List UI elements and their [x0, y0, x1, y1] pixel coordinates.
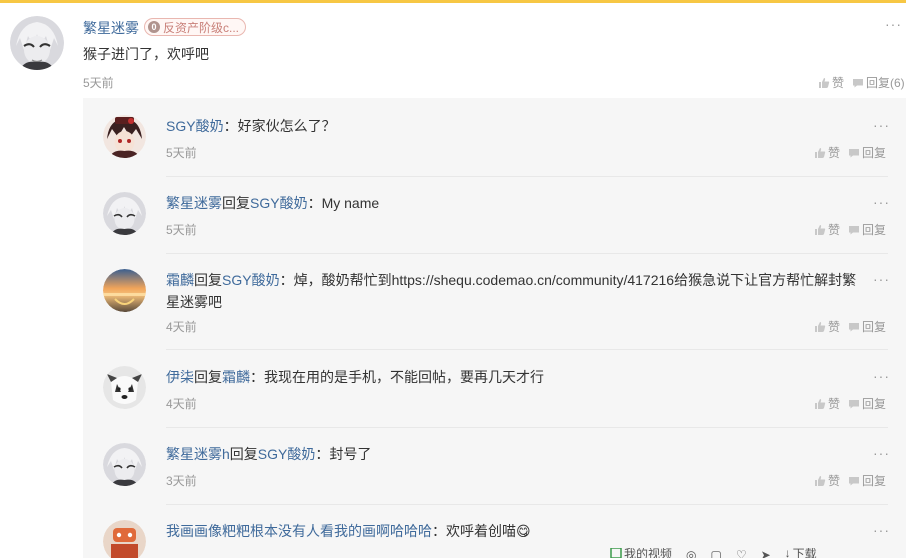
reply-author[interactable]: SGY酸奶	[166, 118, 224, 134]
reply-time: 5天前	[166, 223, 197, 237]
reply-button[interactable]: 回复	[848, 318, 886, 335]
comment-author[interactable]: 繁星迷雾	[83, 18, 139, 38]
comment-actions: 赞 回复(6)	[818, 74, 905, 91]
thumbs-up-icon	[815, 224, 826, 235]
reply-text: SGY酸奶：好家伙怎么了？	[166, 115, 866, 137]
thumbs-up-icon	[815, 475, 826, 486]
like-button[interactable]: 赞	[814, 144, 840, 161]
reply-content: ：封号了	[315, 446, 372, 462]
user-badge[interactable]: 0 反资产阶级c...	[144, 18, 247, 36]
avatar[interactable]	[103, 520, 146, 558]
reply-actions: 赞 回复	[814, 318, 886, 335]
more-options-icon[interactable]: ···	[885, 16, 902, 32]
reply-content: ：My name	[307, 195, 380, 211]
like-button[interactable]: 赞	[814, 395, 840, 412]
copy-icon[interactable]: ▢	[711, 548, 722, 558]
reply-actions: 赞 回复	[814, 221, 886, 238]
topic-button[interactable]: 我的视频	[610, 548, 672, 558]
more-options-icon[interactable]: ···	[873, 271, 890, 287]
reply-content: ：欢呼着创喵😋	[432, 523, 531, 539]
reply-content: ：我现在用的是手机，不能回帖，要再几天才行	[250, 369, 544, 385]
share-icon[interactable]: ◎	[686, 548, 696, 558]
thumbs-up-icon	[819, 77, 830, 88]
more-options-icon[interactable]: ···	[873, 445, 890, 461]
like-button[interactable]: 赞	[814, 318, 840, 335]
thumbs-up-icon	[815, 321, 826, 332]
reply-button[interactable]: 回复	[848, 472, 886, 489]
reply-text: 霜麟回复SGY酸奶：焯，酸奶帮忙到https://shequ.codemao.c…	[166, 272, 857, 310]
comment-icon	[853, 78, 864, 87]
reply-time: 5天前	[166, 146, 197, 160]
reply-text: 繁星迷雾h回复SGY酸奶：封号了	[166, 446, 372, 462]
divider	[166, 504, 888, 505]
divider	[166, 176, 888, 177]
replies-panel: SGY酸奶：好家伙怎么了？ ··· 5天前 赞 回复 繁星迷雾回复SGY酸奶：M…	[83, 98, 906, 558]
comment-icon	[849, 148, 860, 157]
avatar[interactable]	[103, 366, 146, 409]
badge-text: 反资产阶级c...	[163, 20, 240, 35]
comment-text: 猴子进门了，欢呼吧	[83, 46, 209, 62]
reply-target[interactable]: SGY酸奶	[258, 446, 316, 462]
download-icon: ↓	[784, 548, 791, 558]
avatar[interactable]	[103, 269, 146, 312]
reply-time: 3天前	[166, 474, 197, 488]
divider	[166, 253, 888, 254]
like-button[interactable]: 赞	[818, 74, 844, 91]
avatar[interactable]	[103, 115, 146, 158]
more-options-icon[interactable]: ···	[873, 522, 890, 538]
reply-author[interactable]: 繁星迷雾	[166, 195, 222, 211]
thumbs-up-icon	[815, 398, 826, 409]
reply-button[interactable]: 回复	[848, 221, 886, 238]
main-comment: 繁星迷雾 0 反资产阶级c... ··· 猴子进门了，欢呼吧 5天前 赞 回复(…	[0, 3, 906, 103]
checkbox-icon	[610, 548, 622, 558]
thumbs-up-icon	[815, 147, 826, 158]
comment-icon	[849, 225, 860, 234]
more-options-icon[interactable]: ···	[873, 117, 890, 133]
reply-target[interactable]: SGY酸奶	[250, 195, 308, 211]
reply-button[interactable]: 回复	[848, 395, 886, 412]
reply-button[interactable]: 回复	[848, 144, 886, 161]
reply-target[interactable]: SGY酸奶	[222, 272, 280, 288]
reply-author[interactable]: 我画画像粑粑根本没有人看我的画啊哈哈哈	[166, 523, 432, 539]
reply-author[interactable]: 伊柒	[166, 369, 194, 385]
reply-text: 伊柒回复霜麟：我现在用的是手机，不能回帖，要再几天才行	[166, 369, 544, 385]
reply-content: ：好家伙怎么了？	[223, 118, 336, 134]
reply-actions: 赞 回复	[814, 472, 886, 489]
reply-author[interactable]: 繁星迷雾h	[166, 446, 230, 462]
avatar[interactable]	[103, 192, 146, 235]
divider	[166, 427, 888, 428]
divider	[166, 349, 888, 350]
comment-icon	[849, 322, 860, 331]
badge-level: 0	[148, 21, 160, 33]
more-options-icon[interactable]: ···	[873, 368, 890, 384]
download-button[interactable]: ↓ 下载	[785, 548, 817, 558]
reply-actions: 赞 回复	[814, 144, 886, 161]
comment-time: 5天前	[83, 76, 114, 90]
like-button[interactable]: 赞	[814, 472, 840, 489]
reply-count-label: 回复(6)	[866, 76, 905, 90]
reply-button[interactable]: 回复(6)	[852, 74, 905, 91]
bottom-toolbar: 我的视频 ◎ ▢ ♡ ➤ ↓ 下载	[610, 548, 906, 558]
reply-author[interactable]: 霜麟	[166, 272, 194, 288]
reply-time: 4天前	[166, 320, 197, 334]
reply-time: 4天前	[166, 397, 197, 411]
like-button[interactable]: 赞	[814, 221, 840, 238]
reply-text: 我画画像粑粑根本没有人看我的画啊哈哈哈：欢呼着创喵😋	[166, 520, 866, 542]
comment-icon	[849, 399, 860, 408]
like-label: 赞	[832, 76, 845, 90]
reply-target[interactable]: 霜麟	[222, 369, 250, 385]
comment-icon	[849, 476, 860, 485]
send-icon[interactable]: ➤	[761, 548, 771, 558]
reply-actions: 赞 回复	[814, 395, 886, 412]
more-options-icon[interactable]: ···	[873, 194, 890, 210]
avatar[interactable]	[10, 16, 64, 70]
heart-icon[interactable]: ♡	[736, 548, 747, 558]
reply-text: 繁星迷雾回复SGY酸奶：My name	[166, 195, 380, 211]
avatar[interactable]	[103, 443, 146, 486]
